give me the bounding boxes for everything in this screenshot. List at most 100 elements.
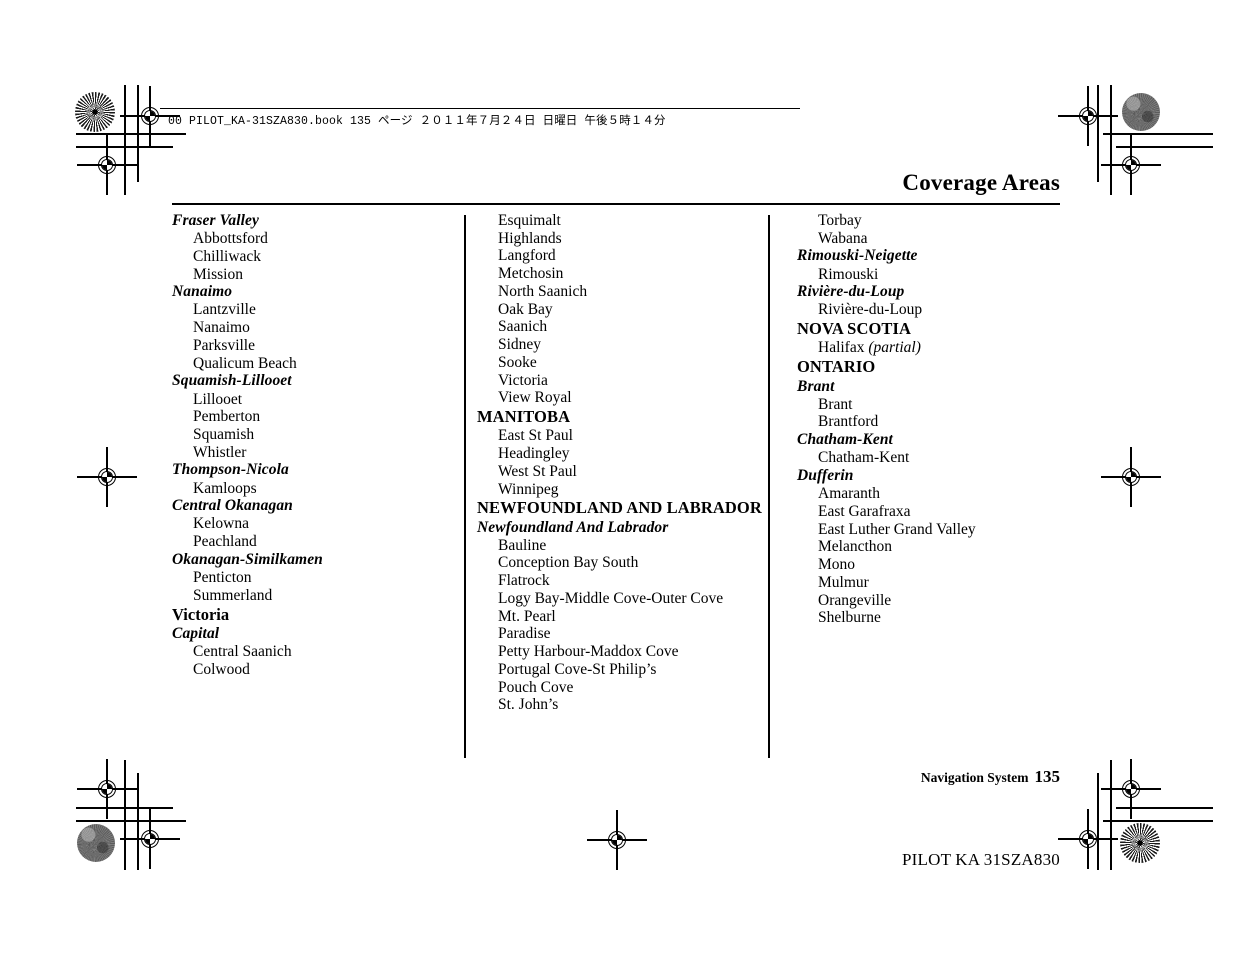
coverage-entry: Parksville [193,336,255,354]
crop-mark-bottom-right-h1 [1103,820,1213,822]
coverage-column-2: Esquimalt Highlands Langford Metchosin North… [477,212,767,714]
region-heading: Squamish-Lillooet [172,372,292,390]
coverage-entry: Winnipeg [498,480,559,498]
province-heading: NOVA SCOTIA [797,319,912,339]
coverage-group: Chatham-Kent Chatham-Kent [797,431,1077,467]
coverage-group: Victoria [172,605,452,624]
coverage-entry: St. John’s [498,696,559,714]
region-heading: Chatham-Kent [797,431,893,449]
crop-mark-top-left-v1 [124,85,126,195]
region-heading: Newfoundland And Labrador [477,518,669,536]
coverage-entry: Langford [498,247,556,265]
coverage-entry: Rivière-du-Loup [818,301,923,319]
city-heading: Victoria [172,604,230,624]
province-heading: MANITOBA [477,407,571,427]
coverage-entry: Penticton [193,569,252,587]
coverage-entry: East Garafraxa [818,502,911,520]
coverage-entry: Brantford [818,413,879,431]
slug-rule [160,108,800,109]
coverage-group: Rimouski-Neigette Rimouski [797,247,1077,283]
coverage-entry: Headingley [498,445,570,463]
coverage-entry: Logy Bay-Middle Cove-Outer Cove [498,589,724,607]
province-heading: NEWFOUNDLAND AND LABRADOR [477,498,762,518]
coverage-group: Rivière-du-Loup Rivière-du-Loup [797,283,1077,319]
page-title: Coverage Areas [902,170,1060,195]
coverage-entry: Orangeville [818,591,892,609]
coverage-entry: Abbottsford [193,230,268,248]
coverage-entry: Chilliwack [193,247,262,265]
column-divider-2 [768,215,770,758]
coverage-entry: Central Saanich [193,642,292,660]
registration-target-mid-right [1101,447,1161,507]
coverage-entry: Amaranth [818,485,880,503]
registration-target-top-left-lower [77,135,137,195]
crop-mark-top-left-h1 [76,133,186,135]
coverage-entry: Paradise [498,625,551,643]
coverage-group: Central Okanagan Kelowna Peachland [172,497,452,551]
registration-target-top-right [1058,86,1118,146]
footer-label: Navigation System [920,770,1029,785]
coverage-entry: Highlands [498,229,562,247]
crop-mark-top-right-h1 [1103,133,1213,135]
print-imprint: PILOT KA 31SZA830 [902,850,1060,869]
coverage-entry: Metchosin [498,265,564,283]
coverage-entry: Chatham-Kent [818,449,910,467]
coverage-entry: Shelburne [818,609,881,627]
coverage-entry: Mt. Pearl [498,607,556,625]
coverage-group: Newfoundland And Labrador Bauline Concepti… [477,519,767,714]
coverage-group: Capital Central Saanich Colwood [172,625,452,679]
registration-target-bottom-left [120,809,180,869]
coverage-group: NOVA SCOTIA Halifax (partial) [797,319,1077,357]
footer-page-number: 135 [1034,767,1061,786]
coverage-entry: Saanich [498,318,548,336]
coverage-entry: Portugal Cove-St Philip’s [498,660,657,678]
region-heading: Rivière-du-Loup [797,283,905,301]
coverage-entry: Rimouski [818,265,879,283]
coverage-group: Dufferin Amaranth East Garafraxa East Luthe… [797,467,1077,627]
coverage-entry: Oak Bay [498,300,553,318]
coverage-entry: Qualicum Beach [193,354,297,372]
coverage-entry: Summerland [193,586,273,604]
column-divider-1 [464,215,466,758]
coverage-entry: Peachland [193,533,257,551]
region-heading: Okanagan-Similkamen [172,550,323,568]
coverage-entry: Mission [193,265,243,283]
coverage-entry: Kelowna [193,515,249,533]
coverage-entry: Flatrock [498,572,550,590]
coverage-entry: Brant [818,395,853,413]
coverage-entry: Wabana [818,229,868,247]
coverage-entry: Conception Bay South [498,554,639,572]
coverage-entry: Lantzville [193,301,256,319]
region-heading: Fraser Valley [172,212,259,229]
coverage-entry: Halifax (partial) [818,339,921,357]
region-heading: Brant [797,377,835,395]
coverage-entry: East Luther Grand Valley [818,520,976,538]
coverage-entry: Lillooet [193,390,243,408]
registration-target-bottom-left-upper [77,759,137,819]
coverage-entry: Colwood [193,660,250,678]
coverage-entry: Pemberton [193,408,261,426]
registration-target-top-left [120,86,180,146]
coverage-entry: East St Paul [498,427,573,445]
crop-mark-bottom-left-v1 [124,760,126,870]
page-footer: Navigation System 135 [921,767,1060,787]
slug-line: 00 PILOT_KA-31SZA830.book 135 ページ ２０１１年７… [168,115,666,128]
coverage-entry: Torbay [818,212,862,229]
halftone-star-target-top-left [75,92,115,132]
coverage-entry: Melancthon [818,538,893,556]
province-heading: ONTARIO [797,357,876,377]
coverage-entry: View Royal [498,389,572,407]
coverage-group: Torbay Wabana [797,212,1077,247]
region-heading: Capital [172,624,220,642]
coverage-entry: Squamish [193,425,255,443]
coverage-entry: Victoria [498,371,548,389]
coverage-entry: Bauline [498,536,547,554]
density-dot-target-top-right [1122,93,1160,131]
coverage-group: Okanagan-Similkamen Penticton Summerland [172,551,452,605]
registration-target-bottom-right [1058,809,1118,869]
registration-target-bottom-center [587,810,647,870]
coverage-entry: Mono [818,556,856,574]
coverage-entry: North Saanich [498,282,588,300]
region-heading: Thompson-Nicola [172,461,289,479]
coverage-entry: Kamloops [193,479,257,497]
